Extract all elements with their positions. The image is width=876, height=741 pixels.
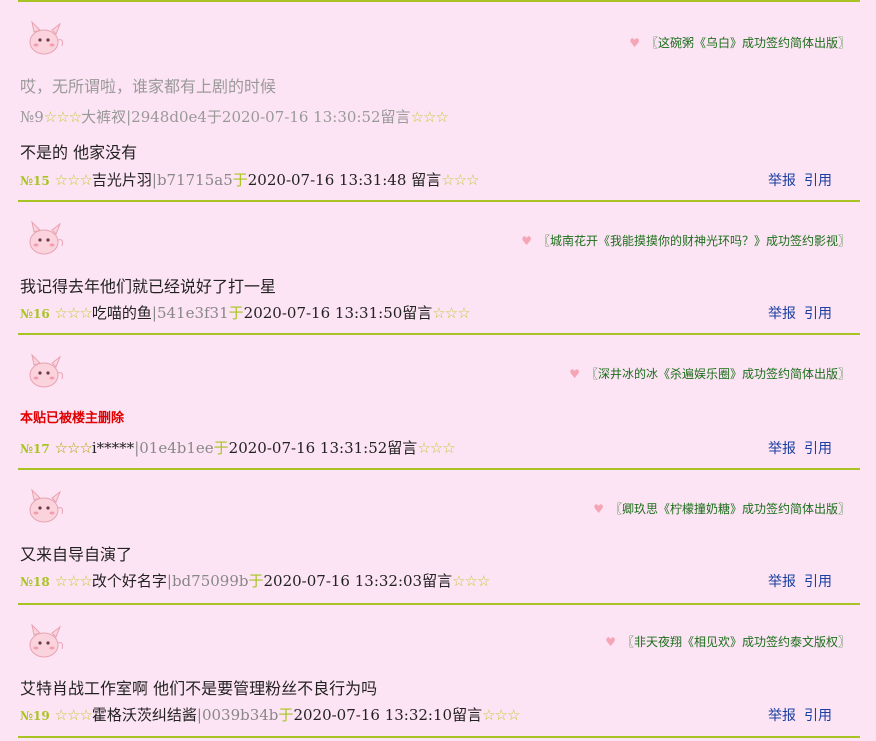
- floor-number: №15: [20, 174, 50, 188]
- floor-number: №16: [20, 307, 50, 321]
- author-name: 吃喵的鱼: [91, 304, 152, 322]
- signature[interactable]: ♥ 〖卿玖思《柠檬撞奶糖》成功签约简体出版〗: [593, 500, 850, 517]
- post-actions: 举报 引用: [760, 705, 832, 725]
- post-19: ♥ 〖非天夜翔《相见欢》成功签约泰文版权〗 艾特肖战工作室啊 他们不是要管理粉丝不…: [18, 605, 860, 736]
- post-actions: 举报 引用: [760, 438, 832, 458]
- quoted-meta: №9☆☆☆大裤衩|2948d0e4于2020-07-16 13:30:52留言☆…: [20, 108, 449, 126]
- heart-icon: ♥: [629, 36, 640, 50]
- clefairy-avatar-icon: [29, 623, 63, 658]
- quote-link[interactable]: 引用: [804, 306, 832, 322]
- author-name: 吉光片羽: [91, 171, 152, 189]
- quote-link[interactable]: 引用: [804, 708, 832, 724]
- post-actions: 举报 引用: [760, 170, 832, 190]
- signature[interactable]: ♥ 〖非天夜翔《相见欢》成功签约泰文版权〗: [605, 633, 850, 650]
- post-text: 我记得去年他们就已经说好了打一星: [20, 277, 277, 296]
- signature[interactable]: ♥ 〖城南花开《我能摸摸你的财神光环吗？》成功签约影视〗: [521, 232, 850, 249]
- floor-number: №17: [20, 442, 50, 456]
- post-15: ♥ 〖这碗粥《乌白》成功签约简体出版〗 哎，无所谓啦，谁家都有上剧的时候 №9☆☆…: [18, 0, 860, 200]
- clefairy-avatar-icon: [29, 353, 63, 388]
- post-16: ♥ 〖城南花开《我能摸摸你的财神光环吗？》成功签约影视〗 我记得去年他们就已经说好…: [18, 202, 860, 333]
- author-name: 霍格沃茨纠结酱: [91, 706, 197, 724]
- timestamp: 2020-07-16 13:31:52: [228, 439, 388, 457]
- post-text: 不是的 他家没有: [20, 143, 138, 162]
- report-link[interactable]: 举报: [768, 708, 796, 724]
- report-link[interactable]: 举报: [768, 173, 796, 189]
- heart-icon: ♥: [593, 502, 604, 516]
- post-actions: 举报 引用: [760, 571, 832, 591]
- divider: [18, 736, 860, 738]
- report-link[interactable]: 举报: [768, 441, 796, 457]
- timestamp: 2020-07-16 13:31:50: [243, 304, 403, 322]
- post-meta: №16 ☆☆☆吃喵的鱼|541e3f31于2020-07-16 13:31:50…: [20, 304, 471, 322]
- report-link[interactable]: 举报: [768, 574, 796, 590]
- post-text: 又来自导自演了: [20, 545, 133, 564]
- clefairy-avatar-icon: [29, 488, 63, 523]
- floor-number: №19: [20, 709, 50, 723]
- post-meta: №18 ☆☆☆改个好名字|bd75099b于2020-07-16 13:32:0…: [20, 572, 490, 590]
- post-17: ♥ 〖深井冰的冰《杀遍娱乐圈》成功签约简体出版〗 本贴已被楼主删除 №17 ☆☆☆…: [18, 335, 860, 468]
- quote-link[interactable]: 引用: [804, 574, 832, 590]
- deleted-notice: 本贴已被楼主删除: [20, 411, 125, 426]
- heart-icon: ♥: [521, 234, 532, 248]
- author-name: i*****: [91, 439, 135, 457]
- post-meta: №15 ☆☆☆吉光片羽|b71715a5于2020-07-16 13:31:48…: [20, 171, 480, 189]
- timestamp: 2020-07-16 13:31:48: [247, 171, 407, 189]
- quote-link[interactable]: 引用: [804, 441, 832, 457]
- quoted-text: 哎，无所谓啦，谁家都有上剧的时候: [20, 77, 277, 96]
- post-18: ♥ 〖卿玖思《柠檬撞奶糖》成功签约简体出版〗 又来自导自演了 №18 ☆☆☆改个好…: [18, 470, 860, 603]
- clefairy-avatar-icon: [29, 20, 63, 55]
- signature[interactable]: ♥ 〖这碗粥《乌白》成功签约简体出版〗: [629, 34, 850, 51]
- signature[interactable]: ♥ 〖深井冰的冰《杀遍娱乐圈》成功签约简体出版〗: [569, 365, 850, 382]
- post-actions: 举报 引用: [760, 303, 832, 323]
- heart-icon: ♥: [605, 635, 616, 649]
- quote-link[interactable]: 引用: [804, 173, 832, 189]
- author-name: 改个好名字: [91, 572, 167, 590]
- timestamp: 2020-07-16 13:32:10: [293, 706, 453, 724]
- timestamp: 2020-07-16 13:32:03: [263, 572, 423, 590]
- floor-number: №18: [20, 575, 50, 589]
- heart-icon: ♥: [569, 367, 580, 381]
- report-link[interactable]: 举报: [768, 306, 796, 322]
- clefairy-avatar-icon: [29, 220, 63, 255]
- post-meta: №19 ☆☆☆霍格沃茨纠结酱|0039b34b于2020-07-16 13:32…: [20, 706, 520, 724]
- post-text: 艾特肖战工作室啊 他们不是要管理粉丝不良行为吗: [20, 679, 378, 698]
- post-meta: №17 ☆☆☆i*****|01e4b1ee于2020-07-16 13:31:…: [20, 439, 456, 457]
